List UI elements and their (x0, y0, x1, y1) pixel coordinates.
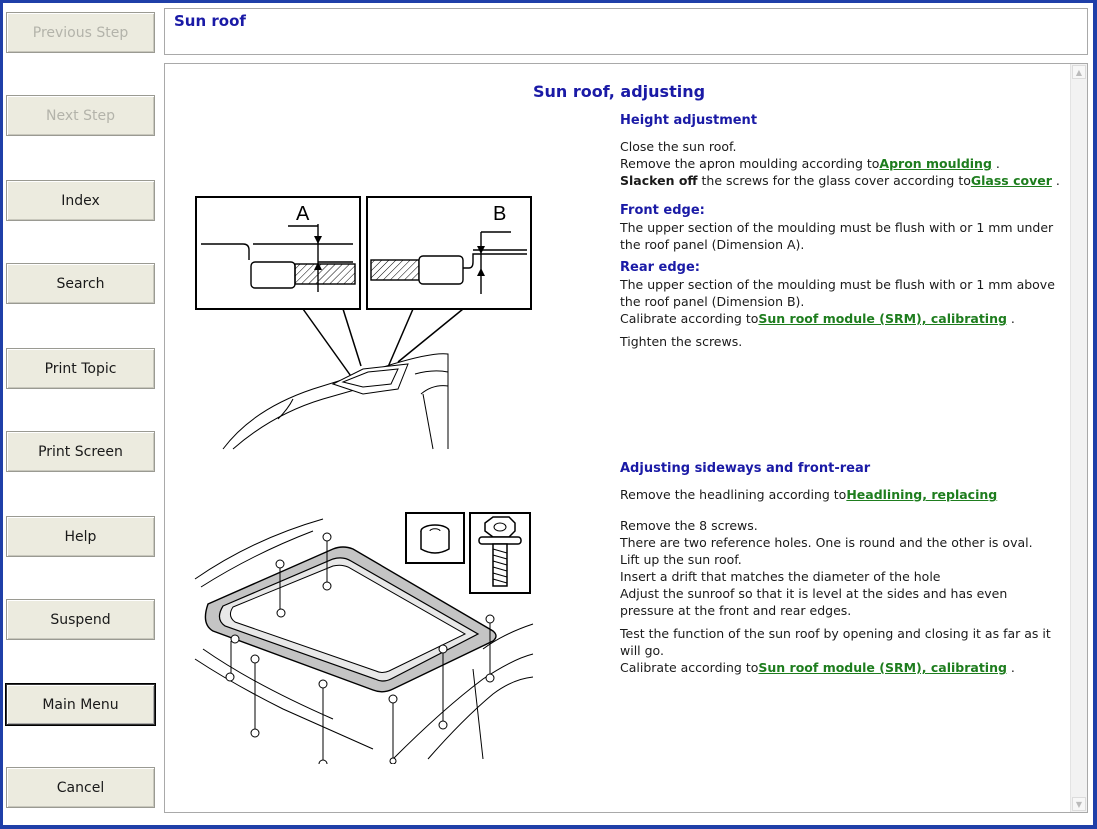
sunroof-frame-figure (194, 512, 534, 764)
sideways-section: Adjusting sideways and front-rear Remove… (620, 460, 1065, 676)
lift-sunroof-text: Lift up the sun roof. (620, 552, 742, 567)
main-menu-button[interactable]: Main Menu (6, 684, 155, 725)
height-adjustment-heading: Height adjustment (620, 113, 758, 128)
scroll-up-icon[interactable]: ▲ (1072, 65, 1086, 79)
help-button[interactable]: Help (6, 516, 155, 557)
rear-edge-heading: Rear edge: (620, 260, 700, 275)
next-step-button[interactable]: Next Step (6, 95, 155, 136)
remove-apron-text: Remove the apron moulding according toAp… (620, 156, 1000, 171)
label-a: A (296, 203, 310, 225)
srm-calibrating-link-2[interactable]: Sun roof module (SRM), calibrating (758, 660, 1007, 675)
height-adjustment-section: Height adjustment Close the sun roof. Re… (620, 112, 1065, 350)
remove-headlining-text: Remove the headlining according toHeadli… (620, 487, 998, 502)
srm-calibrating-link-1[interactable]: Sun roof module (SRM), calibrating (758, 311, 1007, 326)
index-button[interactable]: Index (6, 180, 155, 221)
print-screen-button[interactable]: Print Screen (6, 431, 155, 472)
print-topic-button[interactable]: Print Topic (6, 348, 155, 389)
screw-6 (388, 694, 398, 764)
calibrate-text-1: Calibrate according toSun roof module (S… (620, 311, 1015, 326)
front-edge-text: The upper section of the moulding must b… (620, 220, 1054, 252)
screw-8 (485, 614, 495, 683)
sideways-heading: Adjusting sideways and front-rear (620, 461, 871, 476)
calibrate-text-2: Calibrate according toSun roof module (S… (620, 660, 1015, 675)
label-b: B (493, 203, 506, 225)
topic-title: Sun roof (174, 12, 246, 30)
screw-5 (318, 679, 328, 764)
test-function-text: Test the function of the sun roof by ope… (620, 626, 1051, 658)
front-edge-heading: Front edge: (620, 203, 705, 218)
remove-screws-text: Remove the 8 screws. (620, 518, 758, 533)
vertical-scrollbar[interactable]: ▲ ▼ (1070, 64, 1087, 812)
apron-moulding-link[interactable]: Apron moulding (879, 156, 992, 171)
headlining-link[interactable]: Headlining, replacing (846, 487, 997, 502)
document-title: Sun roof, adjusting (532, 82, 706, 101)
glass-cover-link[interactable]: Glass cover (971, 173, 1052, 188)
screw-3 (225, 634, 240, 682)
suspend-button[interactable]: Suspend (6, 599, 155, 640)
cancel-button[interactable]: Cancel (6, 767, 155, 808)
previous-step-button[interactable]: Previous Step (6, 12, 155, 53)
slacken-screws-text: Slacken off the screws for the glass cov… (620, 173, 1060, 188)
tighten-screws-text: Tighten the screws. (620, 334, 743, 349)
reference-holes-text: There are two reference holes. One is ro… (620, 535, 1033, 550)
rear-edge-text: The upper section of the moulding must b… (620, 277, 1055, 309)
search-button[interactable]: Search (6, 263, 155, 304)
insert-drift-text: Insert a drift that matches the diameter… (620, 569, 941, 584)
content-panel: ▲ ▼ Sun roof, adjusting A B Height adjus… (164, 63, 1088, 813)
topic-title-panel: Sun roof (164, 8, 1088, 55)
close-sunroof-text: Close the sun roof. (620, 139, 737, 154)
sunroof-height-figure: A B (195, 196, 532, 450)
scroll-down-icon[interactable]: ▼ (1072, 797, 1086, 811)
adjust-sunroof-text: Adjust the sunroof so that it is level a… (620, 586, 1008, 618)
